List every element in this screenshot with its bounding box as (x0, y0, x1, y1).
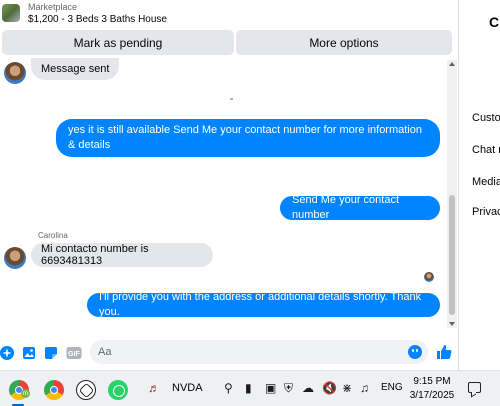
nvda-label[interactable]: NVDA (172, 382, 203, 394)
app-tray-icon[interactable]: ▣ (265, 381, 276, 395)
media-files-item[interactable]: Media (472, 176, 500, 188)
message-input-container[interactable] (90, 340, 428, 364)
chat-info-pane: C Custo Chat r Media Privac (459, 0, 500, 370)
chat-scrollbar[interactable] (447, 60, 457, 328)
svg-text:GIF: GIF (68, 351, 80, 358)
contact-avatar[interactable] (4, 247, 26, 269)
listing-title[interactable]: $1,200 - 3 Beds 3 Baths House (28, 14, 167, 25)
like-icon[interactable] (436, 344, 452, 360)
sound-icon[interactable]: ♫ (360, 381, 369, 395)
mark-as-pending-button[interactable]: Mark as pending (2, 30, 234, 55)
battery-icon[interactable]: ▮ (245, 381, 252, 395)
notification-icon[interactable] (468, 382, 481, 393)
sticker-icon[interactable] (44, 346, 58, 360)
timestamp-dot (230, 98, 233, 100)
message-input[interactable] (98, 344, 398, 360)
scroll-up-icon[interactable] (449, 62, 455, 66)
language-indicator[interactable]: ENG (381, 382, 403, 393)
outgoing-message-1[interactable]: yes it is still available Send Me your c… (56, 119, 440, 157)
clock-time[interactable]: 9:15 PM (412, 376, 452, 387)
outgoing-message-3[interactable]: I'll provide you with the address or add… (87, 291, 440, 318)
chat-info-title: C (489, 14, 500, 30)
scrollbar-thumb[interactable] (449, 195, 455, 315)
wifi-icon[interactable]: ⋇ (342, 381, 352, 395)
privacy-support-item[interactable]: Privac (472, 206, 500, 218)
chatgpt-icon[interactable] (76, 380, 96, 400)
more-options-button[interactable]: More options (236, 30, 452, 55)
outgoing-message-2[interactable]: Send Me your contact number (280, 194, 440, 221)
incoming-message-1[interactable]: Mi contacto number is 6693481313 (31, 243, 213, 267)
gif-icon[interactable]: GIF (66, 346, 82, 360)
photo-icon[interactable] (22, 346, 36, 360)
message-sent-bubble: Message sent (31, 58, 120, 80)
map-pin-icon[interactable]: ⚲ (224, 381, 233, 395)
contact-avatar[interactable] (4, 62, 26, 84)
plus-icon[interactable] (0, 346, 14, 360)
profile-badge: m (21, 389, 30, 398)
nvda-icon[interactable]: ♬ (148, 381, 160, 395)
volume-muted-icon[interactable]: 🔇 (322, 381, 337, 395)
marketplace-label: Marketplace (28, 2, 78, 12)
listing-thumbnail[interactable] (2, 4, 20, 22)
whatsapp-icon[interactable] (108, 380, 128, 400)
security-shield-icon[interactable]: ⛨ (284, 381, 293, 396)
customize-chat-item[interactable]: Custo (472, 112, 500, 124)
chat-pane: Marketplace $1,200 - 3 Beds 3 Baths Hous… (0, 0, 458, 370)
seen-avatar-icon (424, 272, 434, 282)
chat-members-item[interactable]: Chat r (472, 144, 500, 156)
message-composer: GIF (0, 338, 458, 366)
scroll-down-icon[interactable] (449, 322, 455, 326)
emoji-icon[interactable] (408, 345, 422, 359)
clock-date[interactable]: 3/17/2025 (408, 390, 456, 401)
sender-name: Carolina (38, 231, 68, 240)
cloud-icon[interactable]: ☁ (302, 381, 314, 395)
listing-header[interactable]: Marketplace $1,200 - 3 Beds 3 Baths Hous… (0, 0, 458, 30)
chrome-icon[interactable] (44, 380, 64, 400)
